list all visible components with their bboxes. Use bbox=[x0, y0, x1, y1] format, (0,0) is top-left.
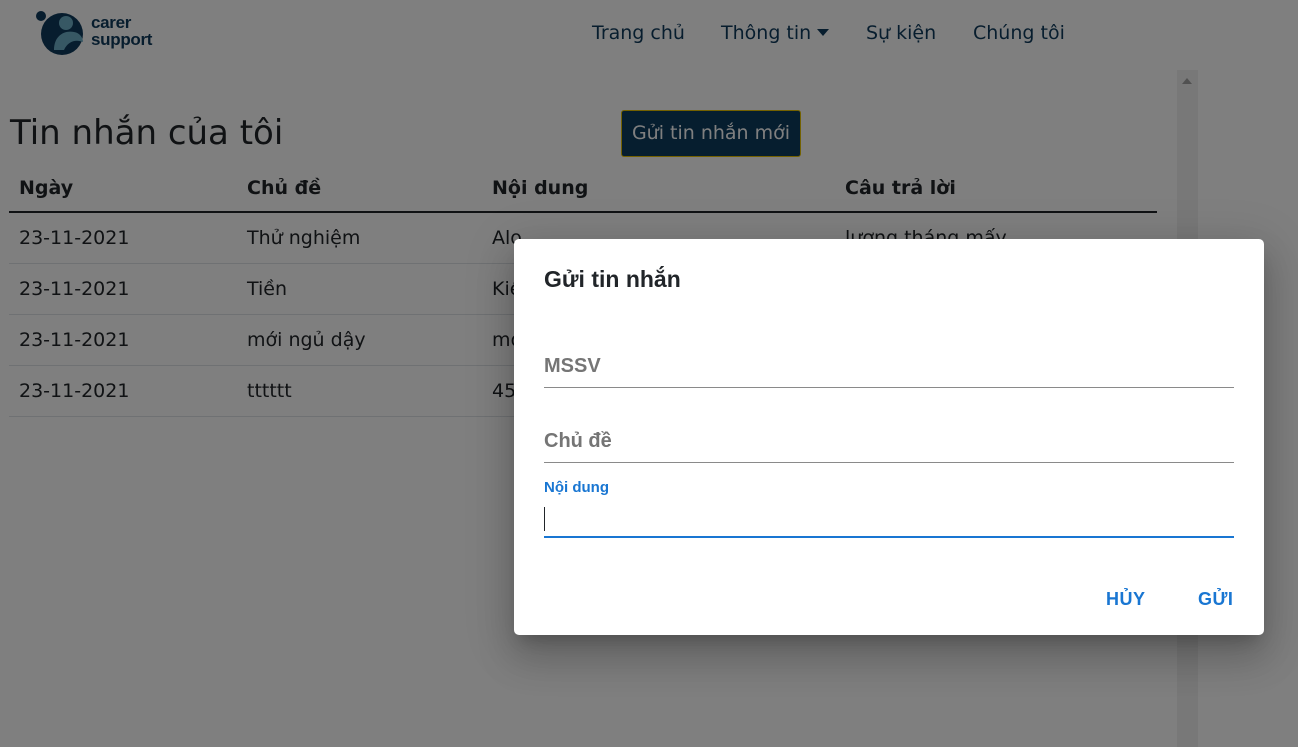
subject-input[interactable] bbox=[544, 430, 1234, 460]
dialog-title: Gửi tin nhắn bbox=[544, 266, 681, 292]
cancel-button[interactable]: HỦY bbox=[1106, 589, 1146, 610]
send-button[interactable]: GỬI bbox=[1198, 589, 1233, 610]
mssv-input[interactable] bbox=[544, 355, 1234, 385]
mssv-field[interactable]: MSSV bbox=[544, 355, 1234, 389]
subject-underline bbox=[544, 462, 1234, 463]
send-message-dialog: Gửi tin nhắn MSSV Chủ đề Nội dung HỦY GỬ… bbox=[514, 239, 1264, 635]
content-label: Nội dung bbox=[544, 479, 609, 496]
subject-field[interactable]: Chủ đề bbox=[544, 430, 1234, 464]
content-input[interactable] bbox=[544, 505, 1234, 535]
content-underline bbox=[544, 536, 1234, 538]
text-caret bbox=[544, 507, 545, 531]
mssv-underline bbox=[544, 387, 1234, 388]
content-field[interactable]: Nội dung bbox=[544, 479, 1234, 539]
